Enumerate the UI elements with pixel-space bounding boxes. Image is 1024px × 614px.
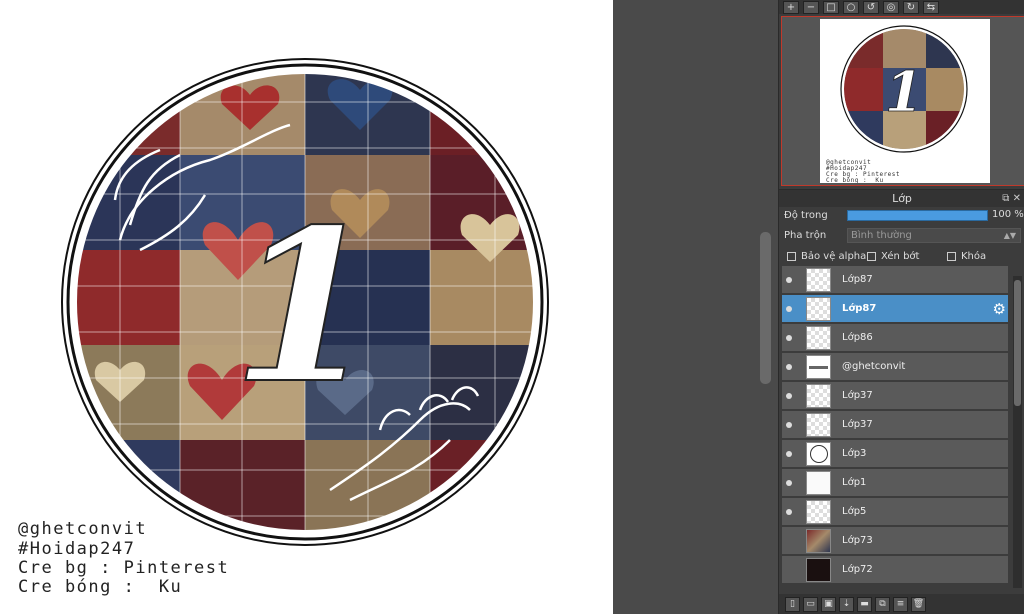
layer-row[interactable]: Lớp5 [782, 498, 1008, 526]
canvas-vertical-scrollbar[interactable] [760, 232, 771, 384]
chevron-down-icon: ▲▼ [1003, 231, 1016, 240]
visibility-icon[interactable] [786, 480, 792, 486]
layer-name: Lớp37 [842, 390, 873, 401]
layer-thumbnail [806, 297, 831, 321]
layer-name: Lớp73 [842, 535, 873, 546]
visibility-icon[interactable] [786, 451, 792, 457]
layer-row[interactable]: Lớp87 [782, 266, 1008, 294]
layer-row[interactable]: @ghetconvit [782, 353, 1008, 381]
clipping-label: Xén bớt [881, 251, 920, 262]
visibility-icon[interactable] [786, 422, 792, 428]
nav-credit-4: Cre bóng : Ku [826, 177, 884, 183]
layer-list: Lớp87 Lớp87 ⚙ Lớp86 @ghetconvit Lớp37 Lớp37 Lớp… [782, 266, 1012, 592]
visibility-icon[interactable] [786, 335, 792, 341]
layer-name: Lớp87 [842, 303, 877, 314]
rotate-left-icon[interactable]: ↺ [863, 0, 879, 14]
opacity-value: 100 % [992, 209, 1024, 220]
layer-row[interactable]: Lớp37 [782, 382, 1008, 410]
layers-panel-header: Lớp ⧉ ✕ [779, 189, 1024, 207]
visibility-icon[interactable] [786, 306, 792, 312]
credit-line-2: #Hoidap247 [18, 539, 136, 559]
protect-alpha-label: Bảo vệ alpha [801, 251, 867, 262]
layer-thumbnail [806, 384, 831, 408]
layer-thumbnail [806, 326, 831, 350]
visibility-icon[interactable] [786, 509, 792, 515]
layer-row[interactable]: Lớp3 [782, 440, 1008, 468]
visibility-icon[interactable] [786, 364, 792, 370]
layer-name: Lớp72 [842, 564, 873, 575]
layer-thumbnail [806, 268, 831, 292]
layer-name: Lớp3 [842, 448, 867, 459]
zoom-in-icon[interactable]: + [783, 0, 799, 14]
undock-icon[interactable]: ⧉ [1002, 193, 1009, 204]
flip-icon[interactable]: ⇆ [923, 0, 939, 14]
layer-name: Lớp87 [842, 274, 873, 285]
layer-row[interactable]: Lớp72 [782, 556, 1008, 584]
visibility-icon[interactable] [786, 393, 792, 399]
lock-checkbox[interactable]: Khóa [947, 251, 986, 262]
layer-thumbnail [806, 413, 831, 437]
folder-icon[interactable]: ▬ [857, 596, 872, 612]
navigator-numeral: 1 [885, 59, 923, 124]
close-icon[interactable]: ✕ [1013, 193, 1021, 204]
credit-line-1: @ghetconvit [18, 519, 148, 539]
drawing-canvas[interactable]: 1 @ghetconvit #Hoidap247 Cre bg : Pinter… [0, 0, 613, 614]
layer-thumbnail [806, 529, 831, 553]
layer-thumbnail [806, 500, 831, 524]
opacity-label: Độ trong [784, 210, 828, 221]
layer-thumbnail [806, 442, 831, 466]
blend-mode-value: Bình thường [851, 230, 912, 241]
layer-row[interactable]: Lớp1 [782, 469, 1008, 497]
gear-icon[interactable]: ⚙ [993, 300, 1006, 318]
layer-row[interactable]: Lớp37 [782, 411, 1008, 439]
layer-row[interactable]: Lớp86 [782, 324, 1008, 352]
visibility-icon[interactable] [786, 277, 792, 283]
fit-icon[interactable]: □ [823, 0, 839, 14]
layer-name: Lớp1 [842, 477, 867, 488]
new-layer-copy-icon[interactable]: ▭ [803, 596, 818, 612]
navigator-toolbar: + − □ ○ ↺ ◎ ↻ ⇆ [779, 0, 1024, 14]
layer-thumbnail [806, 558, 831, 582]
zoom-100-icon[interactable]: ○ [843, 0, 859, 14]
blend-mode-label: Pha trộn [784, 230, 827, 241]
lock-label: Khóa [961, 251, 987, 262]
rotate-right-icon[interactable]: ↻ [903, 0, 919, 14]
protect-alpha-checkbox[interactable]: Bảo vệ alpha [787, 251, 866, 262]
delete-layer-icon[interactable]: 🗑 [911, 596, 926, 612]
layers-panel-title: Lớp [892, 192, 912, 205]
blend-mode-select[interactable]: Bình thường ▲▼ [847, 228, 1021, 243]
credit-line-4: Cre bóng : Ku [18, 577, 183, 597]
layer-name: Lớp37 [842, 419, 873, 430]
merge-down-icon[interactable]: ⇣ [839, 596, 854, 612]
navigator-preview[interactable]: 1 @ghetconvit #Hoidap247 Cre bg : Pinter… [781, 16, 1024, 186]
layer-thumbnail [806, 471, 831, 495]
layer-row[interactable]: Lớp73 [782, 527, 1008, 555]
clipping-checkbox[interactable]: Xén bớt [867, 251, 919, 262]
layer-name: Lớp5 [842, 506, 867, 517]
layer-row[interactable]: Lớp87 ⚙ [782, 295, 1008, 323]
layer-list-scrollbar[interactable] [1013, 276, 1022, 588]
layer-toolbar: ▯ ▭ ▣ ⇣ ▬ ⧉ ≡ 🗑 [779, 594, 1024, 614]
layer-name: Lớp86 [842, 332, 873, 343]
import-image-icon[interactable]: ▣ [821, 596, 836, 612]
layer-settings-icon[interactable]: ≡ [893, 596, 908, 612]
new-layer-icon[interactable]: ▯ [785, 596, 800, 612]
credit-line-3: Cre bg : Pinterest [18, 558, 230, 578]
right-panel: + − □ ○ ↺ ◎ ↻ ⇆ 1 @ghetconvit #Hoidap247… [778, 0, 1024, 614]
numeral-one: 1 [232, 183, 378, 430]
layer-name: @ghetconvit [842, 361, 906, 372]
duplicate-icon[interactable]: ⧉ [875, 596, 890, 612]
layer-thumbnail [806, 355, 831, 379]
reset-icon[interactable]: ◎ [883, 0, 899, 14]
opacity-slider[interactable] [847, 210, 988, 221]
workspace-background [613, 0, 775, 614]
zoom-out-icon[interactable]: − [803, 0, 819, 14]
navigator-page: 1 @ghetconvit #Hoidap247 Cre bg : Pinter… [820, 19, 990, 183]
